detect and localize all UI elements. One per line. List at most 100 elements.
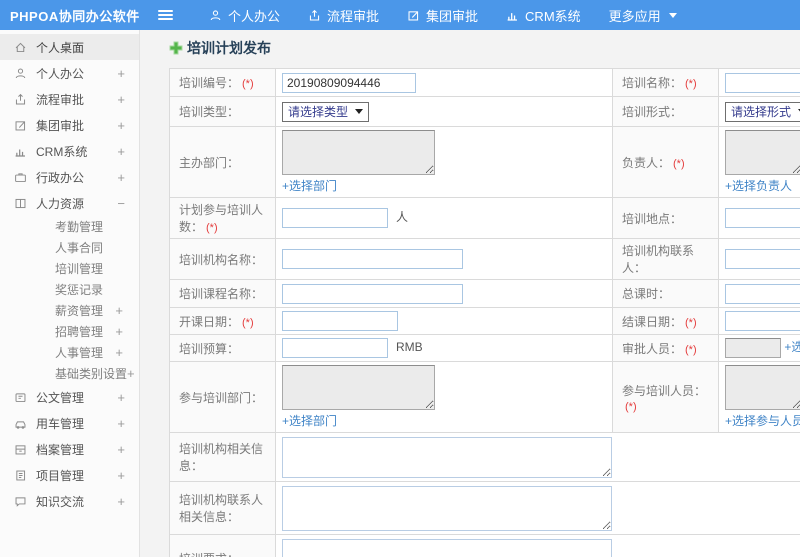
sidebar-item-document-mgmt[interactable]: 公文管理 + [0,384,139,410]
field-label: 培训名称： [622,76,683,90]
field-label: 培训要求： [179,552,239,557]
field-label: 培训形式： [622,105,683,119]
sidebar-item-project-mgmt[interactable]: 项目管理 + [0,462,139,488]
topnav-personal-office[interactable]: 个人办公 [195,0,294,30]
upload-icon [308,9,321,22]
sidebar-item-vehicle-mgmt[interactable]: 用车管理 + [0,410,139,436]
expand-icon[interactable]: + [117,170,125,185]
training-number-input[interactable] [282,72,416,93]
sidebar-item-crm[interactable]: CRM系统 + [0,138,139,164]
field-label: 培训机构联系人： [622,244,695,275]
total-hours-input[interactable] [725,283,800,304]
sidebar-item-workflow-approval[interactable]: 流程审批 + [0,86,139,112]
sidebar-item-recruit-mgmt[interactable]: 招聘管理 + [0,321,139,342]
end-date-input[interactable] [725,311,800,331]
required-marker: (*) [673,157,685,170]
org-contact-input[interactable] [725,249,800,269]
table-row: 主办部门： +选择部门 负责人： (*) +选择负责人 [169,126,800,198]
collapse-icon[interactable]: − [117,196,125,211]
expand-icon[interactable]: + [117,442,125,457]
field-label: 培训预算： [179,341,240,356]
leader-textarea[interactable] [725,130,800,175]
expand-icon[interactable]: + [127,366,135,381]
select-department-link[interactable]: +选择部门 [282,412,337,429]
topnav-workflow-approval[interactable]: 流程审批 [294,0,393,30]
org-contact-info-textarea[interactable] [282,485,612,531]
expand-icon[interactable]: + [115,303,123,318]
course-name-input[interactable] [282,283,463,304]
sidebar-item-personal-office[interactable]: 个人办公 + [0,60,139,86]
expand-icon[interactable]: + [117,66,125,81]
sidebar-item-personnel-mgmt[interactable]: 人事管理 + [0,342,139,363]
field-label: 审批人员： [622,341,683,356]
required-marker: (*) [685,343,697,356]
expand-icon[interactable]: + [117,92,125,107]
join-people-textarea[interactable] [725,365,800,410]
caret-down-icon [668,12,677,18]
edit-icon [14,119,27,132]
sidebar-item-personnel-contract[interactable]: 人事合同 [0,237,139,258]
table-row: 培训机构相关信息： [169,432,800,482]
topnav-group-approval[interactable]: 集团审批 [393,0,492,30]
expand-icon[interactable]: + [117,118,125,133]
table-row: 培训机构联系人相关信息： [169,481,800,535]
field-label: 参与培训部门： [179,390,264,405]
training-type-select[interactable]: 请选择类型 [282,101,370,122]
sidebar-item-knowledge-exchange[interactable]: 知识交流 + [0,488,139,514]
unit-label: 人 [396,210,409,225]
top-menu: 个人办公 流程审批 集团审批 CRM系统 更多应用 [195,0,691,30]
training-name-input[interactable] [725,72,800,93]
select-leader-link[interactable]: +选择负责人 [725,177,792,194]
edit-icon [407,9,420,22]
location-input[interactable] [725,208,800,228]
bar-chart-icon [506,9,519,22]
select-approver-link[interactable]: +选择审批人员 [784,340,800,354]
user-icon [209,9,222,22]
chat-icon [14,495,27,508]
sidebar-item-salary-mgmt[interactable]: 薪资管理 + [0,300,139,321]
budget-input[interactable] [282,338,388,358]
field-label: 开课日期： [179,314,240,329]
expand-icon[interactable]: + [115,345,123,360]
sidebar-item-group-approval[interactable]: 集团审批 + [0,112,139,138]
training-requirements-textarea[interactable] [282,538,612,557]
approver-input[interactable] [725,338,781,358]
sidebar-item-personal-desktop[interactable]: 个人桌面 [0,34,139,60]
topnav-more-apps[interactable]: 更多应用 [595,0,691,30]
join-department-textarea[interactable] [282,365,435,410]
sidebar-item-training-mgmt[interactable]: 培训管理 [0,258,139,279]
sidebar-item-archive-mgmt[interactable]: 档案管理 + [0,436,139,462]
field-label: 负责人： [622,155,671,170]
expand-icon[interactable]: + [117,416,125,431]
sidebar: 个人桌面 个人办公 + 流程审批 + 集团审批 + CRM系统 + 行政办公 + [0,30,140,557]
field-label: 培训机构联系人相关信息： [179,493,264,524]
sidebar-item-human-resources[interactable]: 人力资源 − [0,190,139,216]
expand-icon[interactable]: + [115,324,123,339]
sidebar-item-attendance-mgmt[interactable]: 考勤管理 [0,216,139,237]
required-marker: (*) [685,316,697,329]
host-department-textarea[interactable] [282,130,435,175]
field-label: 培训机构名称： [179,252,264,267]
field-label: 培训机构相关信息： [179,442,264,473]
training-mode-select[interactable]: 请选择形式 [725,101,800,122]
planned-count-input[interactable] [282,208,388,228]
org-name-input[interactable] [282,249,463,269]
select-join-people-link[interactable]: +选择参与人员 [725,412,800,429]
sidebar-item-reward-punish-record[interactable]: 奖惩记录 [0,279,139,300]
field-label: 培训类型： [179,105,240,119]
car-icon [14,417,27,430]
sidebar-item-admin-office[interactable]: 行政办公 + [0,164,139,190]
org-info-textarea[interactable] [282,436,612,478]
start-date-input[interactable] [282,311,398,331]
expand-icon[interactable]: + [117,390,125,405]
expand-icon[interactable]: + [117,468,125,483]
sidebar-item-base-category-settings[interactable]: 基础类别设置 + [0,363,139,384]
select-department-link[interactable]: +选择部门 [282,177,337,194]
expand-icon[interactable]: + [117,494,125,509]
required-marker: (*) [625,400,637,413]
menu-toggle-icon[interactable] [158,10,173,20]
field-label: 参与培训人员： [622,383,707,398]
table-row: 开课日期： (*) 结课日期： (*) [169,307,800,335]
topnav-crm[interactable]: CRM系统 [492,0,595,30]
expand-icon[interactable]: + [117,144,125,159]
